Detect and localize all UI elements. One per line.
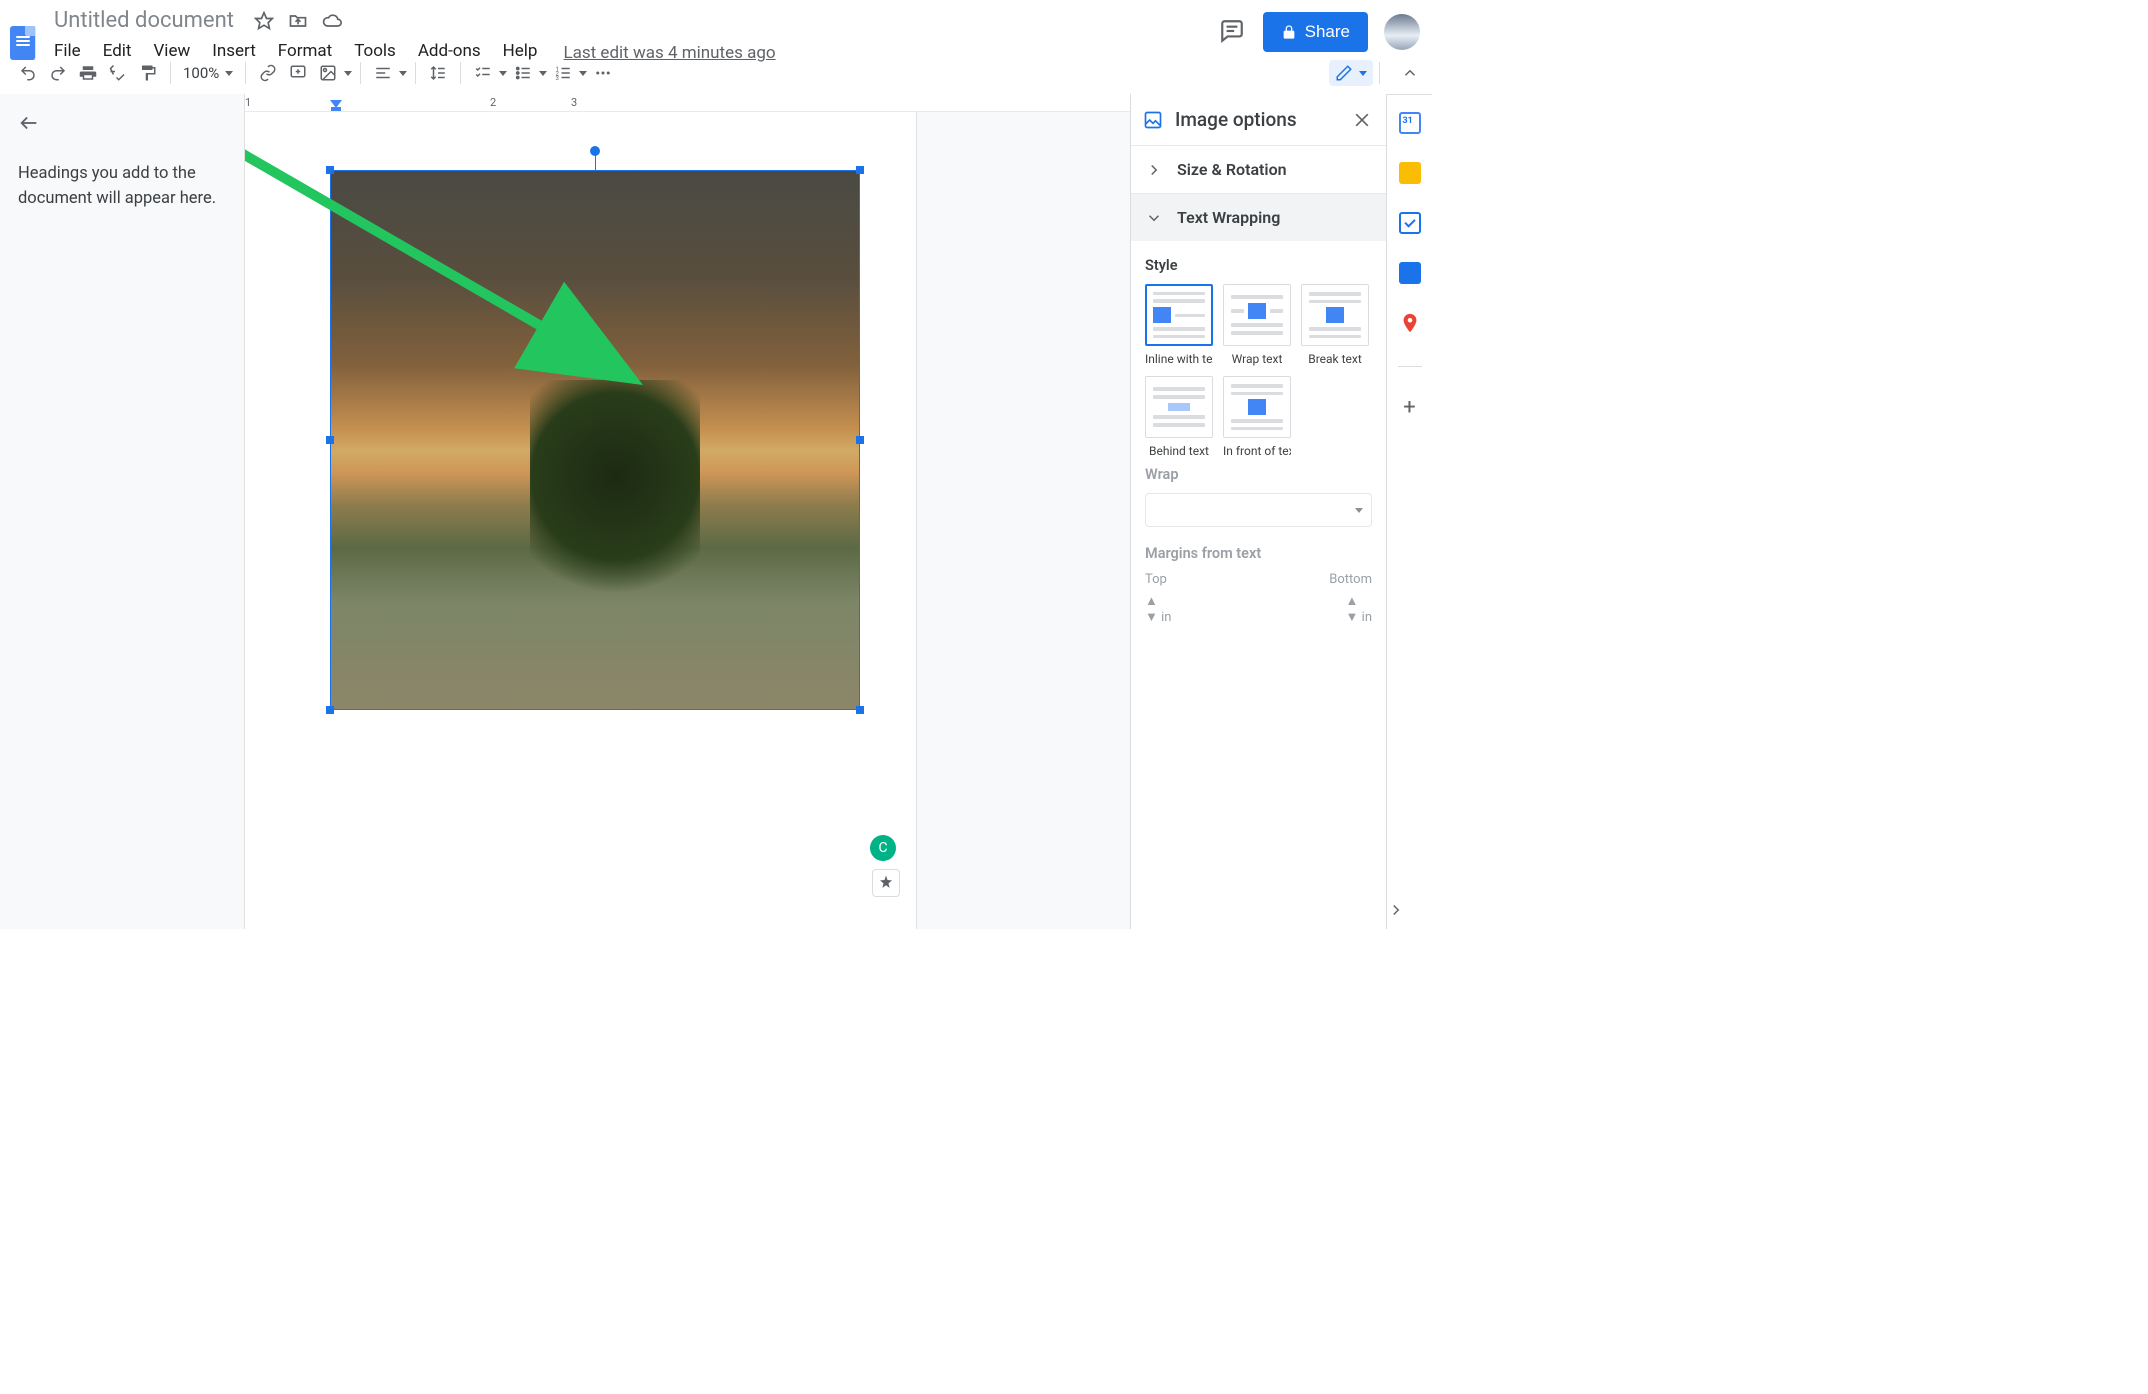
caret-down-icon [539,71,547,76]
lock-icon [1281,24,1297,40]
outline-placeholder: Headings you add to the document will ap… [18,162,226,212]
outline-panel: Headings you add to the document will ap… [0,94,245,929]
editing-mode-button[interactable] [1329,60,1373,86]
title-area: Untitled document File Edit View Insert … [48,6,776,65]
maps-app-icon[interactable] [1399,312,1421,334]
align-button[interactable] [369,58,407,88]
unit-label: in [1362,610,1372,625]
undo-button[interactable] [14,58,42,88]
wrap-style-behind[interactable]: Behind text [1145,376,1213,458]
zoom-select[interactable]: 100% [179,64,237,82]
print-button[interactable] [74,58,102,88]
sidepanel-title: Image options [1175,108,1297,131]
caret-down-icon [1359,71,1367,76]
caret-down-icon [1355,508,1363,513]
resize-handle-ml[interactable] [326,436,334,444]
insert-link-button[interactable] [254,58,282,88]
keep-app-icon[interactable] [1399,162,1421,184]
doc-title[interactable]: Untitled document [48,6,240,35]
outline-back-button[interactable] [18,112,226,134]
image-content [330,170,860,710]
unit-label: in [1161,610,1171,625]
explore-button[interactable] [872,869,900,897]
move-icon[interactable] [288,11,308,31]
cloud-status-icon[interactable] [322,11,342,31]
wrap-style-break[interactable]: Break text [1301,284,1369,366]
spellcheck-button[interactable] [104,58,132,88]
chevron-right-icon [1145,161,1163,179]
resize-handle-bl[interactable] [326,706,334,714]
contacts-app-icon[interactable] [1399,262,1421,284]
redo-button[interactable] [44,58,72,88]
document-canvas[interactable]: 1 2 3 C [245,94,1130,929]
chevron-down-icon [1145,209,1163,227]
tasks-app-icon[interactable] [1399,212,1421,234]
paint-format-button[interactable] [134,58,162,88]
resize-handle-br[interactable] [856,706,864,714]
svg-text:3: 3 [556,75,559,82]
share-button[interactable]: Share [1263,12,1368,52]
section-size-rotation[interactable]: Size & Rotation [1131,146,1386,193]
margin-top-label: Top [1145,572,1167,587]
checklist-button[interactable] [469,58,507,88]
image-options-icon [1143,110,1163,130]
bulleted-list-button[interactable] [509,58,547,88]
add-comment-button[interactable] [284,58,312,88]
resize-handle-tl[interactable] [326,166,334,174]
wrap-heading: Wrap [1145,466,1372,483]
wrap-style-grid: Inline with text Wrap text Break text Be… [1145,284,1372,458]
hide-side-panel-button[interactable] [1387,901,1432,919]
resize-handle-mr[interactable] [856,436,864,444]
wrap-select[interactable] [1145,493,1372,527]
header-right: Share [1219,6,1420,52]
horizontal-ruler[interactable]: 1 2 3 [245,94,1130,112]
comments-icon[interactable] [1219,18,1247,46]
insert-image-button[interactable] [314,58,352,88]
wrap-style-infront[interactable]: In front of text [1223,376,1291,458]
header: Untitled document File Edit View Insert … [0,0,1432,52]
caret-down-icon [344,71,352,76]
margins-heading: Margins from text [1145,545,1372,562]
document-page[interactable]: C [245,112,917,929]
style-heading: Style [1145,257,1372,274]
image-options-panel: Image options Size & Rotation Text Wrapp… [1130,94,1386,929]
line-spacing-button[interactable] [424,58,452,88]
ruler-mark: 2 [490,96,496,109]
section-label: Size & Rotation [1177,160,1287,179]
docs-logo-icon[interactable] [10,8,38,44]
margin-bottom-label: Bottom [1329,572,1372,587]
selected-image[interactable] [330,170,860,710]
close-panel-button[interactable] [1352,110,1372,130]
section-label: Text Wrapping [1177,208,1280,227]
caret-down-icon [399,71,407,76]
resize-handle-tr[interactable] [856,166,864,174]
hide-menus-button[interactable] [1396,58,1424,88]
share-label: Share [1305,22,1350,42]
caret-down-icon [579,71,587,76]
section-text-wrapping[interactable]: Text Wrapping [1131,194,1386,241]
side-rail: + [1386,94,1432,929]
account-avatar[interactable] [1384,14,1420,50]
get-addons-button[interactable]: + [1403,395,1415,420]
wrap-style-wrap[interactable]: Wrap text [1223,284,1291,366]
caret-down-icon [499,71,507,76]
calendar-app-icon[interactable] [1399,112,1421,134]
main-area: Headings you add to the document will ap… [0,94,1432,929]
caret-down-icon [225,71,233,76]
ruler-indent-marker[interactable] [330,100,342,111]
pencil-icon [1335,64,1353,82]
ruler-mark: 1 [245,96,251,109]
zoom-value: 100% [183,64,219,82]
last-edit-link[interactable]: Last edit was 4 minutes ago [563,43,775,71]
ruler-mark: 3 [571,96,577,109]
presence-badge[interactable]: C [870,835,896,861]
star-icon[interactable] [254,11,274,31]
wrap-style-inline[interactable]: Inline with text [1145,284,1213,366]
